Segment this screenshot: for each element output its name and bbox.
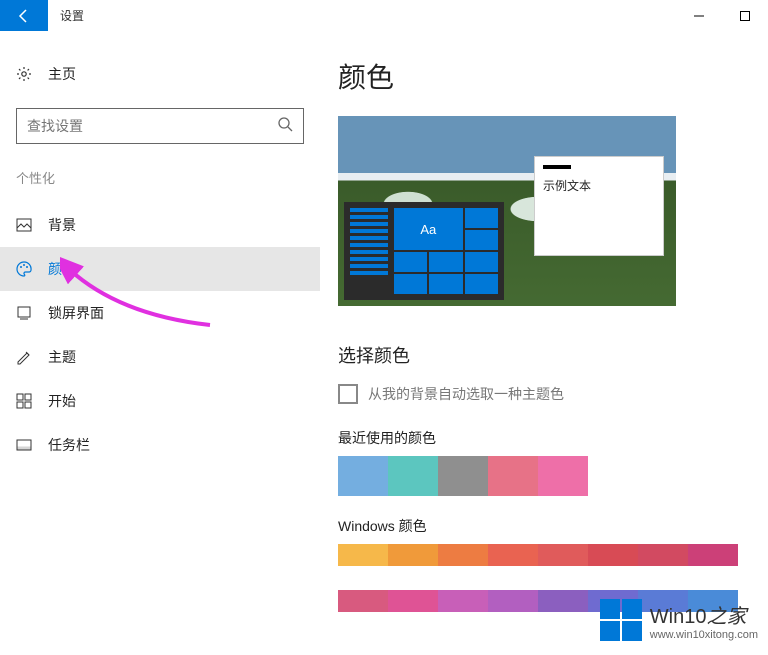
color-swatch[interactable]: [338, 456, 388, 496]
watermark-brand: Win10: [650, 606, 707, 628]
choose-color-heading: 选择颜色: [338, 342, 762, 368]
color-swatch[interactable]: [338, 590, 388, 612]
sample-tile: Aa: [394, 208, 463, 250]
start-icon: [16, 393, 32, 409]
sidebar-item-taskbar[interactable]: 任务栏: [0, 423, 320, 467]
color-swatch[interactable]: [488, 590, 538, 612]
color-swatch[interactable]: [388, 544, 438, 566]
maximize-button[interactable]: [722, 0, 768, 31]
watermark-suffix: 之家: [706, 606, 746, 628]
color-swatch[interactable]: [488, 544, 538, 566]
color-swatch[interactable]: [488, 456, 538, 496]
nav-label: 锁屏界面: [48, 303, 104, 323]
window-accent-bar: [543, 165, 571, 169]
windows-logo-icon: [600, 599, 642, 641]
home-label: 主页: [48, 64, 76, 84]
auto-pick-checkbox-row[interactable]: 从我的背景自动选取一种主题色: [338, 384, 762, 404]
sidebar: 主页 个性化 背景 颜色 锁屏界面 主题 开始 任务栏: [0, 32, 320, 655]
color-swatch[interactable]: [638, 544, 688, 566]
sidebar-item-start[interactable]: 开始: [0, 379, 320, 423]
color-swatch[interactable]: [338, 544, 388, 566]
color-swatch[interactable]: [538, 590, 588, 612]
theme-icon: [16, 349, 32, 365]
color-swatch[interactable]: [588, 544, 638, 566]
back-button[interactable]: [0, 0, 48, 31]
titlebar: 设置: [0, 0, 768, 32]
color-swatch[interactable]: [688, 544, 738, 566]
main-panel: 颜色 Aa 示例文本 选择颜色 从我的背景自动选取一种主题色 最近使用的颜色 W…: [320, 32, 768, 655]
watermark: Win10之家 www.win10xitong.com: [600, 599, 758, 641]
sidebar-item-background[interactable]: 背景: [0, 203, 320, 247]
color-swatch[interactable]: [388, 590, 438, 612]
sample-window: 示例文本: [534, 156, 664, 256]
windows-colors-row: [338, 544, 762, 570]
section-label: 个性化: [0, 160, 320, 195]
start-preview: Aa: [344, 202, 504, 300]
color-swatch[interactable]: [438, 544, 488, 566]
windows-colors-label: Windows 颜色: [338, 516, 762, 536]
nav-label: 开始: [48, 391, 76, 411]
search-input[interactable]: [27, 118, 277, 134]
lockscreen-icon: [16, 305, 32, 321]
gear-icon: [16, 66, 32, 82]
color-swatch[interactable]: [388, 456, 438, 496]
auto-pick-label: 从我的背景自动选取一种主题色: [368, 384, 564, 404]
search-input-wrapper[interactable]: [16, 108, 304, 144]
page-title: 颜色: [338, 56, 762, 96]
home-nav[interactable]: 主页: [0, 56, 320, 92]
sidebar-item-colors[interactable]: 颜色: [0, 247, 320, 291]
checkbox-icon[interactable]: [338, 384, 358, 404]
nav-label: 主题: [48, 347, 76, 367]
sample-text: 示例文本: [543, 177, 655, 194]
nav-label: 颜色: [48, 259, 76, 279]
window-title: 设置: [48, 0, 96, 31]
color-swatch[interactable]: [538, 544, 588, 566]
recent-colors: [338, 456, 762, 496]
search-icon: [277, 116, 293, 137]
taskbar-icon: [16, 437, 32, 453]
nav-label: 背景: [48, 215, 76, 235]
nav-label: 任务栏: [48, 435, 90, 455]
content-area: 主页 个性化 背景 颜色 锁屏界面 主题 开始 任务栏: [0, 32, 768, 655]
color-swatch[interactable]: [438, 590, 488, 612]
palette-icon: [16, 261, 32, 277]
recent-colors-label: 最近使用的颜色: [338, 428, 762, 448]
color-swatch[interactable]: [538, 456, 588, 496]
sidebar-item-themes[interactable]: 主题: [0, 335, 320, 379]
picture-icon: [16, 217, 32, 233]
watermark-url: www.win10xitong.com: [650, 629, 758, 641]
sidebar-item-lockscreen[interactable]: 锁屏界面: [0, 291, 320, 335]
color-preview: Aa 示例文本: [338, 116, 676, 306]
minimize-button[interactable]: [676, 0, 722, 31]
color-swatch[interactable]: [438, 456, 488, 496]
